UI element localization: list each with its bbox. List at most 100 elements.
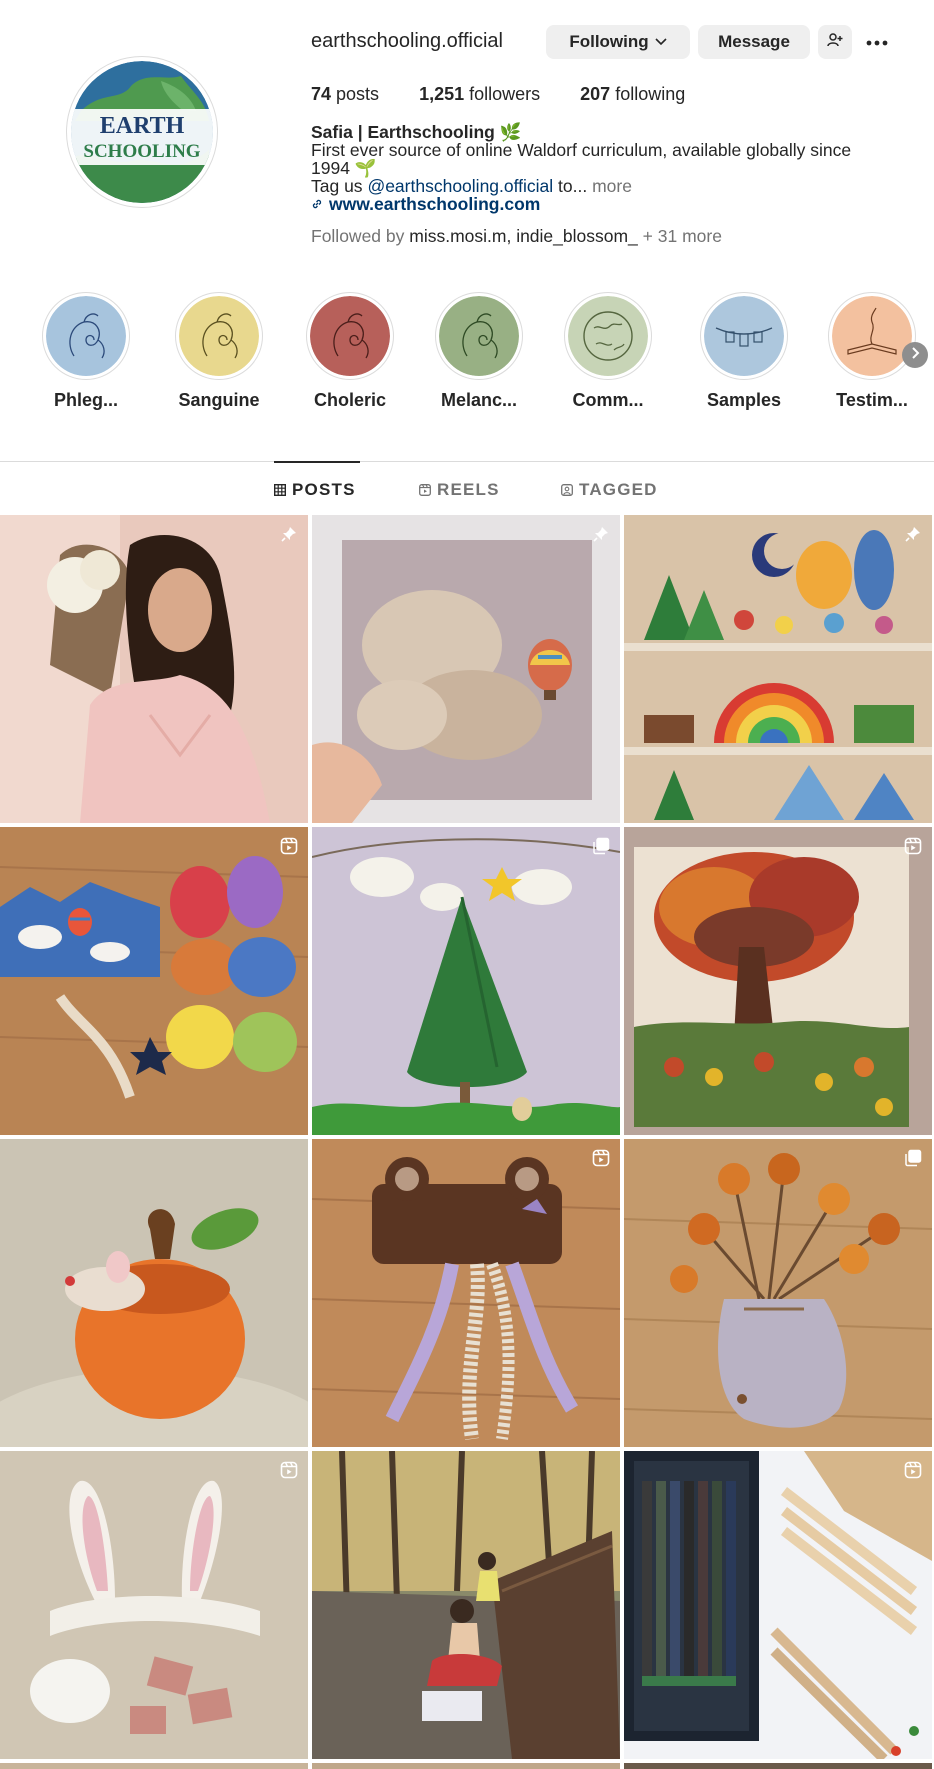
highlight-phlegmatic[interactable]: Phleg... <box>31 292 141 411</box>
posts-count-label: posts <box>331 84 380 104</box>
bio-mention-link[interactable]: @earthschooling.official <box>367 176 553 196</box>
post-tile[interactable] <box>312 1139 620 1447</box>
post-image <box>0 1139 308 1447</box>
post-tile[interactable] <box>0 827 308 1135</box>
bio-website-link[interactable]: www.earthschooling.com <box>311 195 931 213</box>
post-tile[interactable] <box>312 827 620 1135</box>
highlight-label: Testim... <box>836 390 908 410</box>
posts-count-value: 74 <box>311 84 332 104</box>
reel-icon <box>278 1459 300 1481</box>
post-image <box>312 1139 620 1447</box>
profile-stats: 74 posts 1,251 followers 207 following <box>311 84 725 105</box>
highlight-label: Sanguine <box>178 390 260 410</box>
tab-tagged[interactable]: TAGGED <box>561 480 658 500</box>
tab-reels[interactable]: REELS <box>419 480 500 500</box>
highlight-label: Phleg... <box>53 390 118 410</box>
add-person-icon <box>827 32 843 52</box>
story-highlights: Phleg... Sanguine Choleric Melanc... Com… <box>0 292 934 412</box>
post-image <box>624 515 932 823</box>
chevron-right-icon <box>910 346 920 364</box>
tab-posts[interactable]: POSTS <box>274 480 356 500</box>
more-options-button[interactable] <box>862 28 892 56</box>
carousel-icon <box>902 1147 924 1169</box>
pin-icon <box>590 523 612 545</box>
suggest-accounts-button[interactable] <box>818 25 852 59</box>
tab-posts-label: POSTS <box>292 480 356 499</box>
highlight-ring <box>306 292 394 380</box>
pin-icon <box>278 523 300 545</box>
post-tile[interactable] <box>0 1451 308 1759</box>
highlight-cover <box>832 296 912 376</box>
highlight-community[interactable]: Comm... <box>553 292 663 411</box>
bio-tag-prefix: Tag us <box>311 176 368 196</box>
post-tile[interactable] <box>312 1451 620 1759</box>
highlight-ring <box>828 292 916 380</box>
more-dots-icon <box>866 33 888 51</box>
post-tile[interactable] <box>624 827 932 1135</box>
highlights-next-button[interactable] <box>902 342 928 368</box>
chevron-down-icon <box>655 38 667 46</box>
post-image <box>624 1451 932 1759</box>
following-count-label: following <box>610 84 686 104</box>
following-button-label: Following <box>569 32 649 51</box>
highlight-ring <box>564 292 652 380</box>
followers-count-value: 1,251 <box>419 84 465 104</box>
profile-bio: Safia | Earthschooling 🌿 First ever sour… <box>311 123 931 213</box>
highlight-ring <box>175 292 263 380</box>
reels-icon <box>419 484 431 496</box>
post-tile[interactable] <box>624 1139 932 1447</box>
highlight-label: Samples <box>706 390 782 410</box>
earth-logo: EARTH SCHOOLING <box>71 61 213 203</box>
following-link[interactable]: 207 following <box>580 84 685 105</box>
post-tile[interactable] <box>0 515 308 823</box>
bio-more-button[interactable]: more <box>592 176 632 196</box>
following-count-value: 207 <box>580 84 611 104</box>
following-button[interactable]: Following <box>546 25 690 59</box>
reel-icon <box>902 835 924 857</box>
tab-reels-label: REELS <box>437 480 500 499</box>
followers-link[interactable]: 1,251 followers <box>419 84 540 105</box>
message-button-label: Message <box>718 32 790 51</box>
highlight-sanguine[interactable]: Sanguine <box>164 292 274 411</box>
highlight-ring <box>700 292 788 380</box>
link-icon <box>311 198 323 210</box>
followed-by-users: miss.mosi.m, indie_blossom_ <box>409 226 638 246</box>
followed-by[interactable]: Followed by miss.mosi.m, indie_blossom_ … <box>311 226 722 247</box>
reel-icon <box>902 1459 924 1481</box>
grid-icon <box>274 484 286 496</box>
tab-tagged-label: TAGGED <box>579 480 658 499</box>
highlight-cover <box>46 296 126 376</box>
highlight-cover <box>439 296 519 376</box>
highlight-melancholic[interactable]: Melanc... <box>424 292 534 411</box>
highlight-samples[interactable]: Samples <box>689 292 799 411</box>
post-image <box>624 1763 932 1769</box>
carousel-icon <box>590 835 612 857</box>
highlight-label: Melanc... <box>440 390 518 410</box>
post-tile[interactable] <box>624 515 932 823</box>
bio-line-2: 1994 🌱 <box>311 158 377 178</box>
post-tile[interactable] <box>0 1763 308 1769</box>
profile-username: earthschooling.official <box>311 30 503 52</box>
message-button[interactable]: Message <box>698 25 810 59</box>
pin-icon <box>902 523 924 545</box>
post-tile[interactable] <box>0 1139 308 1447</box>
bio-name: Safia | Earthschooling 🌿 <box>311 122 522 142</box>
logo-text-schooling: SCHOOLING <box>83 141 200 162</box>
profile-avatar[interactable]: EARTH SCHOOLING <box>66 56 218 208</box>
logo-text-earth: EARTH <box>100 113 185 139</box>
post-image <box>0 1763 308 1769</box>
post-image <box>312 1451 620 1759</box>
post-tile[interactable] <box>624 1451 932 1759</box>
post-image <box>0 1451 308 1759</box>
post-tile[interactable] <box>312 515 620 823</box>
active-tab-indicator <box>274 461 360 463</box>
reel-icon <box>278 835 300 857</box>
post-tile[interactable] <box>312 1763 620 1769</box>
reel-icon <box>590 1147 612 1169</box>
post-image <box>312 1763 620 1769</box>
tabs-divider <box>0 461 934 462</box>
highlight-choleric[interactable]: Choleric <box>295 292 405 411</box>
highlight-cover <box>310 296 390 376</box>
post-image <box>0 515 308 823</box>
post-tile[interactable] <box>624 1763 932 1769</box>
